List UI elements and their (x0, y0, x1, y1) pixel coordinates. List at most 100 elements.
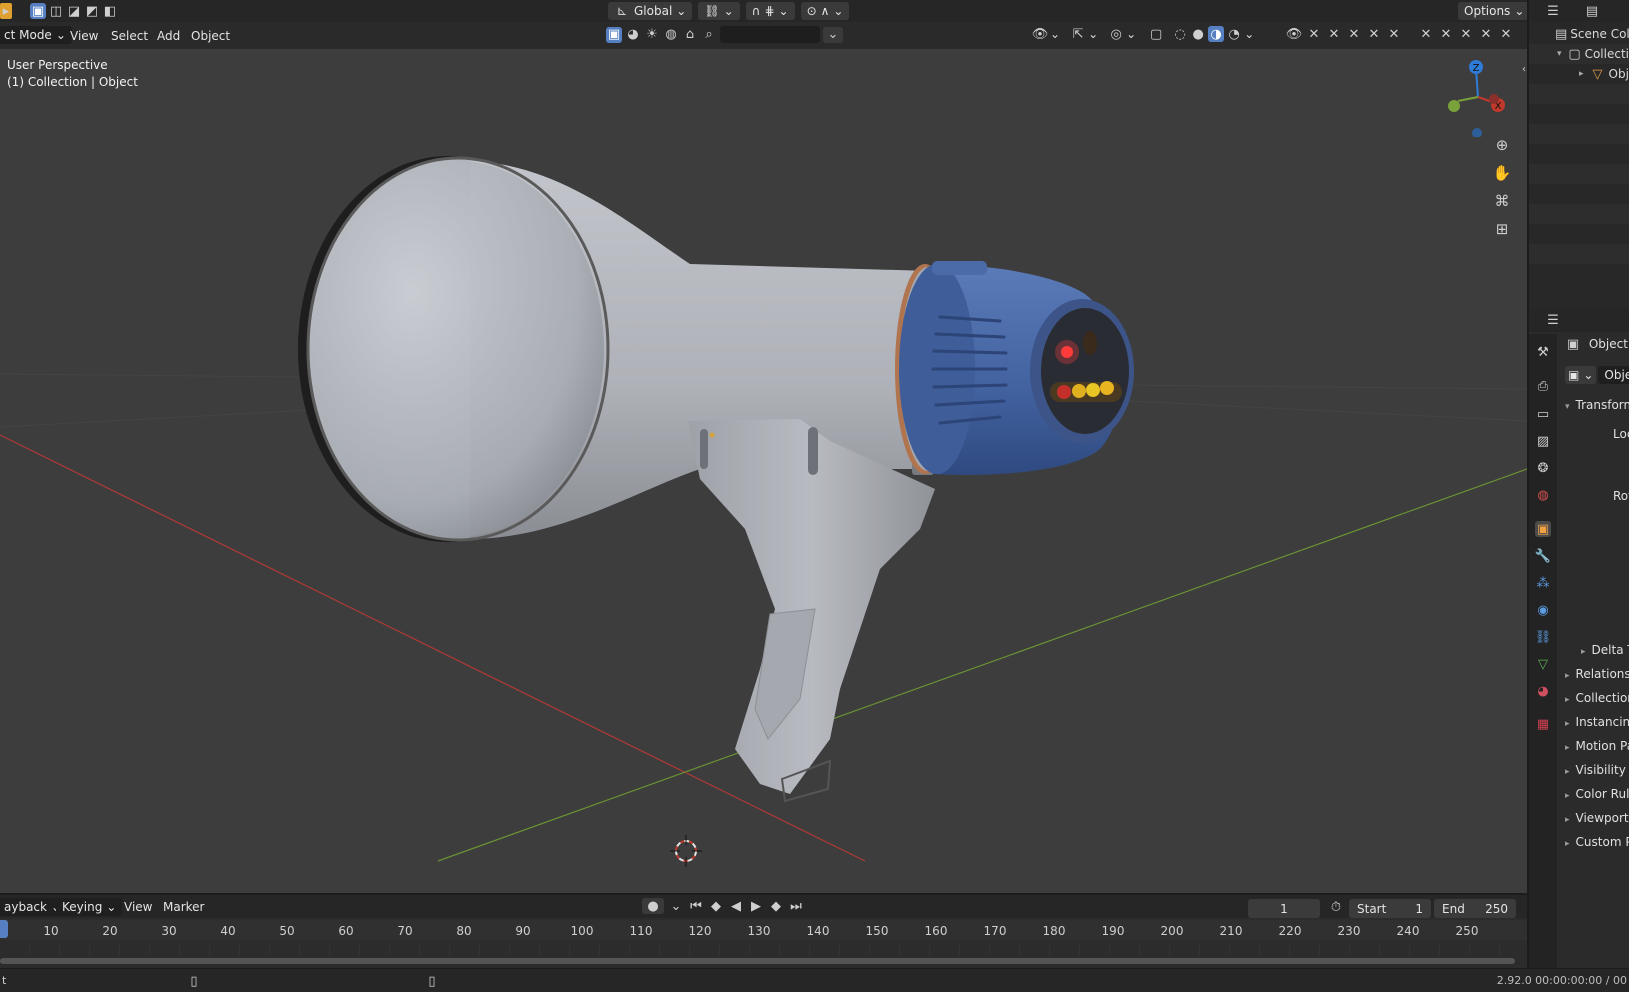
object-name-field[interactable]: Objec (1598, 366, 1629, 384)
view-layer-tab-icon[interactable]: ▨ (1535, 433, 1551, 449)
extend-select-icon[interactable]: ◫ (48, 3, 64, 19)
snap-dropdown[interactable]: ∩ ⋕ ⌄ (745, 2, 795, 20)
display-mode-icon[interactable]: ▤ (1584, 3, 1600, 19)
panel-relations[interactable]: ▸ Relations (1565, 667, 1629, 681)
modifier-wrench-icon[interactable]: 🔧 (1535, 548, 1551, 564)
navigation-gizmo[interactable]: Z X (1438, 57, 1518, 137)
panel-collections[interactable]: ▸ Collection (1565, 691, 1629, 705)
search-input[interactable] (720, 26, 820, 43)
outliner-row-scene-collection[interactable]: ▤ Scene Colle (1529, 24, 1629, 44)
current-frame-field[interactable]: 1 (1248, 899, 1320, 918)
chevron-down-icon[interactable]: ⌄ (1088, 27, 1098, 41)
stopwatch-icon[interactable]: ⏱ (1328, 899, 1344, 915)
menu-view[interactable]: View (70, 29, 98, 43)
light-filter-icon[interactable]: ☀ (644, 27, 660, 43)
chevron-down-icon[interactable]: ⌄ (823, 26, 843, 43)
proportional-edit-dropdown[interactable]: ⊙ ∧ ⌄ (800, 2, 850, 20)
particles-tab-icon[interactable]: ⁂ (1535, 575, 1551, 591)
panel-custom-properties[interactable]: ▸ Custom P (1565, 835, 1629, 849)
panel-viewport-display[interactable]: ▸ Viewport (1565, 811, 1629, 825)
close-icon[interactable]: ✕ (1366, 26, 1382, 42)
material-filter-icon[interactable]: ◕ (625, 27, 641, 43)
playhead[interactable] (0, 920, 8, 938)
chevron-down-icon[interactable]: ⌄ (1244, 27, 1254, 41)
end-frame-field[interactable]: End 250 (1434, 899, 1516, 918)
jump-start-icon[interactable]: ⏮ (688, 898, 704, 914)
perspective-grid-icon[interactable]: ⊞ (1494, 220, 1510, 238)
panel-motion-paths[interactable]: ▸ Motion Pa (1565, 739, 1629, 753)
camera-filter-icon[interactable]: ⌂ (682, 27, 698, 43)
mode-dropdown[interactable]: ct Mode ⌄ (0, 26, 72, 44)
outliner-row-object[interactable]: ▸ ▽ Obj (1529, 64, 1629, 84)
chevron-down-icon[interactable]: ⌄ (1050, 27, 1060, 41)
close-icon[interactable]: ✕ (1478, 26, 1494, 42)
world-tab-icon[interactable]: ◍ (1535, 487, 1551, 503)
close-icon[interactable]: ✕ (1306, 26, 1322, 42)
intersect-select-icon[interactable]: ◧ (102, 3, 118, 19)
close-icon[interactable]: ✕ (1438, 26, 1454, 42)
editor-type-icon[interactable]: ☰ (1545, 312, 1561, 328)
zoom-icon[interactable]: ⊕ (1494, 136, 1510, 154)
physics-tab-icon[interactable]: ◉ (1535, 602, 1551, 618)
record-icon[interactable]: ● (642, 898, 664, 914)
start-frame-field[interactable]: Start 1 (1349, 899, 1431, 918)
jump-end-icon[interactable]: ⏭ (788, 898, 804, 914)
render-tab-icon[interactable]: ⎙ (1535, 378, 1551, 394)
tool-tab-icon[interactable]: ⚒ (1535, 344, 1551, 360)
rendered-shading-icon[interactable]: ◔ (1226, 26, 1242, 42)
scene-tab-icon[interactable]: ❂ (1535, 460, 1551, 476)
camera-icon[interactable]: ⌘ (1494, 192, 1510, 210)
transform-orientation-dropdown[interactable]: ⊾ Global ⌄ (608, 2, 693, 20)
object-datablock-dropdown[interactable]: ▣ ⌄ (1565, 366, 1597, 384)
expand-triangle-icon[interactable]: ▸ (1579, 69, 1584, 79)
panel-instancing[interactable]: ▸ Instancin (1565, 715, 1629, 729)
options-dropdown[interactable]: Options ⌄ (1458, 2, 1531, 20)
close-icon[interactable]: ✕ (1386, 26, 1402, 42)
select-box-icon[interactable]: ▣ (30, 3, 46, 19)
sidebar-toggle-icon[interactable]: ‹ (1516, 61, 1527, 77)
pivot-dropdown[interactable]: ⛓ ⌄ (698, 2, 740, 20)
gizmo-icon[interactable]: ⇱ (1070, 26, 1086, 42)
close-icon[interactable]: ✕ (1498, 26, 1514, 42)
texture-tab-icon[interactable]: ▦ (1535, 716, 1551, 732)
play-icon[interactable]: ▶ (748, 898, 764, 914)
panel-visibility[interactable]: ▸ Visibility (1565, 763, 1626, 777)
prev-keyframe-icon[interactable]: ◆ (708, 898, 724, 914)
menu-object[interactable]: Object (191, 29, 230, 43)
output-tab-icon[interactable]: ▭ (1535, 406, 1551, 422)
timeline-body[interactable]: 10 20 30 40 50 60 70 80 90 100 110 120 1… (0, 918, 1527, 968)
close-icon[interactable]: ✕ (1326, 26, 1342, 42)
play-reverse-icon[interactable]: ◀ (728, 898, 744, 914)
menu-select[interactable]: Select (111, 29, 148, 43)
object-tab-icon[interactable]: ▣ (1535, 521, 1551, 537)
chevron-down-icon[interactable]: ⌄ (1126, 27, 1136, 41)
close-icon[interactable]: ✕ (1458, 26, 1474, 42)
data-tab-icon[interactable]: ▽ (1535, 656, 1551, 672)
subtract-select-icon[interactable]: ◪ (66, 3, 82, 19)
outliner-row-collection[interactable]: ▾ ▢ Collecti (1529, 44, 1629, 64)
menu-add[interactable]: Add (157, 29, 180, 43)
editor-type-icon[interactable]: ☰ (1545, 3, 1561, 19)
constraints-tab-icon[interactable]: ⛓ (1535, 629, 1552, 645)
transform-panel-header[interactable]: ▾Transform (1565, 398, 1629, 412)
next-keyframe-icon[interactable]: ◆ (768, 898, 784, 914)
pan-hand-icon[interactable]: ✋ (1493, 164, 1512, 182)
overlays-icon[interactable]: ◎ (1108, 26, 1124, 42)
timeline-menu-view[interactable]: View (124, 900, 152, 914)
xray-icon[interactable]: ▢ (1148, 26, 1164, 42)
3d-viewport[interactable]: User Perspective (1) Collection | Object… (0, 49, 1527, 893)
keyframe-track[interactable] (0, 943, 1527, 955)
close-icon[interactable]: ✕ (1346, 26, 1362, 42)
close-icon[interactable]: ✕ (1418, 26, 1434, 42)
solid-shading-icon[interactable]: ● (1190, 26, 1206, 42)
world-filter-icon[interactable]: ◍ (663, 27, 679, 43)
timeline-scrollbar[interactable] (0, 958, 1515, 964)
timeline-menu-marker[interactable]: Marker (163, 900, 204, 914)
visibility-eye-icon[interactable]: 👁 (1032, 26, 1049, 42)
select-cursor-icon[interactable]: ▸ (0, 3, 12, 19)
keying-dropdown[interactable]: Keying ⌄ (56, 898, 123, 916)
material-shading-icon[interactable]: ◑ (1208, 26, 1225, 42)
eye-icon[interactable]: 👁 (1286, 26, 1303, 42)
invert-select-icon[interactable]: ◩ (84, 3, 100, 19)
material-tab-icon[interactable]: ◕ (1535, 683, 1551, 699)
